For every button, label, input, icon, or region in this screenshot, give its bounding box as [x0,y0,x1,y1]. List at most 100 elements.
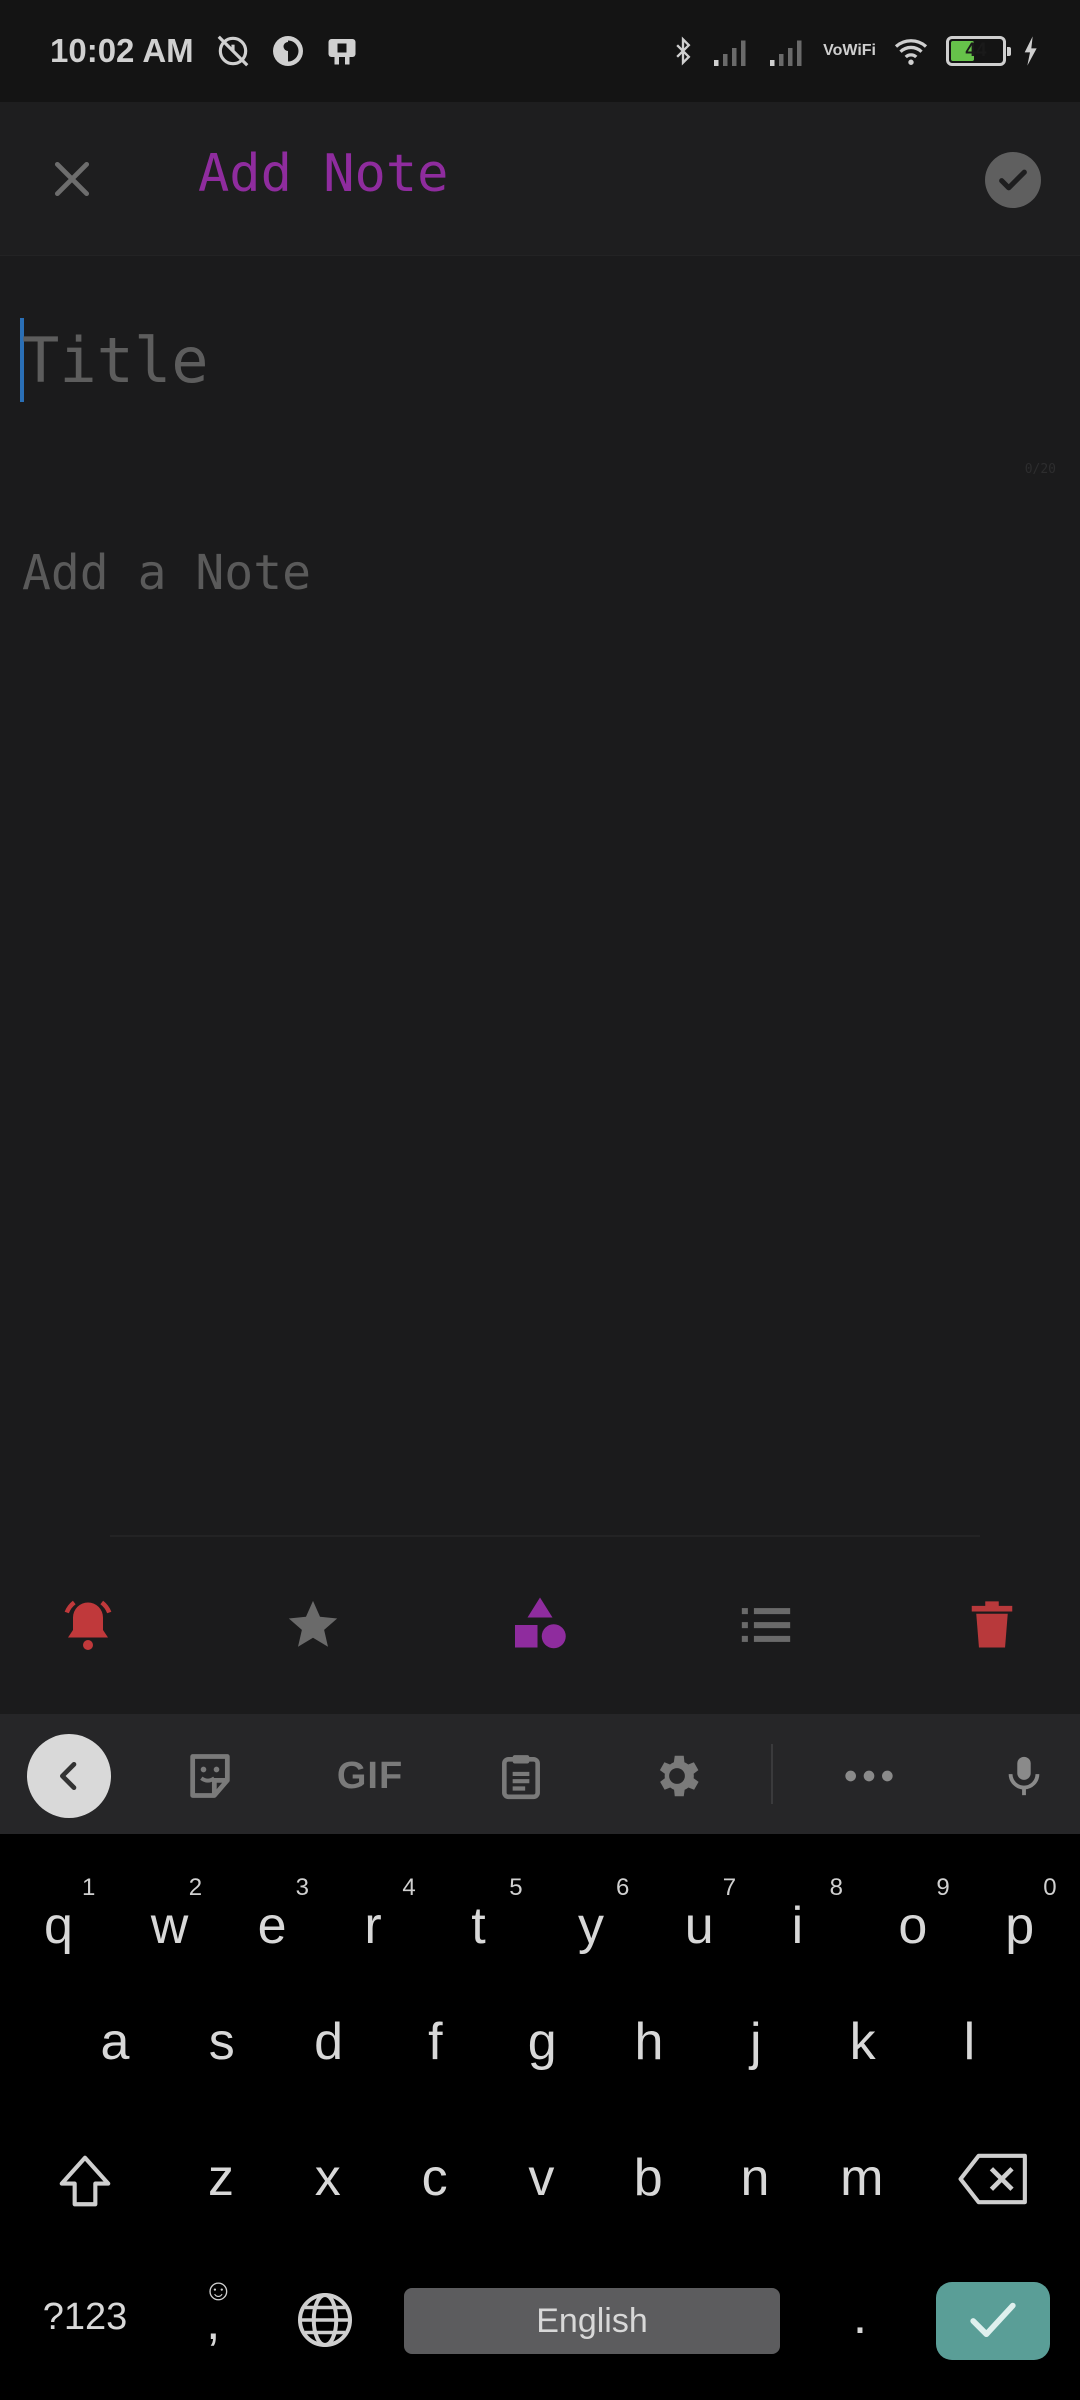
key-number-hint: 8 [829,1874,843,1901]
key-e[interactable]: e3 [230,1874,320,1955]
trash-icon [971,1601,1013,1648]
key-y[interactable]: y6 [550,1874,640,1955]
gif-button[interactable]: GIF [322,1734,418,1818]
more-icon [845,1770,893,1782]
key-w[interactable]: w2 [123,1874,213,1955]
shift-key[interactable] [48,2150,122,2220]
keyboard-collapse-button[interactable] [27,1734,111,1818]
key-label: t [471,1897,486,1955]
checklist-button[interactable] [726,1590,806,1660]
key-f[interactable]: f [390,2012,480,2092]
key-label: o [898,1897,928,1955]
language-key[interactable] [292,2290,358,2356]
key-number-hint: 9 [936,1874,950,1901]
vowifi-icon: Vo WiFi [823,43,876,59]
key-number-hint: 5 [509,1874,523,1901]
key-j[interactable]: j [711,2012,801,2092]
key-number-hint: 7 [722,1874,737,1901]
note-input[interactable]: Add a Note [22,545,1052,605]
note-placeholder: Add a Note [22,545,311,601]
charging-icon [1020,35,1040,67]
signal-icon [711,33,753,69]
title-input[interactable]: Title [20,310,1050,410]
category-button[interactable] [500,1590,580,1660]
toolbar-separator [771,1744,773,1804]
battery-level: 44 [965,40,987,61]
key-v[interactable]: v [496,2148,586,2228]
key-label: p [1005,1897,1035,1955]
key-a[interactable]: a [70,2012,160,2092]
bluetooth-icon [669,33,697,69]
period-key[interactable]: . [838,2286,882,2356]
key-r[interactable]: r4 [336,1874,426,1955]
data-saver-icon [270,33,306,69]
key-p[interactable]: p0 [977,1874,1067,1955]
title-character-counter: 0/20 [1024,462,1056,477]
clipboard-icon [502,1755,540,1800]
key-z[interactable]: z [176,2148,266,2228]
enter-key[interactable] [936,2282,1050,2360]
space-key[interactable]: English [404,2288,780,2354]
sticker-button[interactable] [168,1734,252,1818]
key-b[interactable]: b [603,2148,693,2228]
sticker-icon [190,1754,230,1798]
key-label: i [791,1897,804,1955]
reminder-button[interactable] [48,1590,128,1660]
key-number-hint: 6 [616,1874,630,1901]
title-placeholder: Title [22,323,209,397]
key-l[interactable]: l [924,2012,1014,2092]
star-icon [288,1600,338,1647]
vowifi-line2: WiFi [842,42,876,59]
wifi-icon [890,33,932,69]
close-button[interactable] [40,147,104,211]
keyboard-settings-button[interactable] [635,1734,719,1818]
save-button[interactable] [985,152,1041,208]
gif-icon: GIF [336,1754,404,1797]
shift-icon [59,2155,111,2207]
comma-key[interactable]: ☺ , [194,2274,244,2364]
key-h[interactable]: h [604,2012,694,2092]
key-number-hint: 3 [295,1874,309,1901]
key-g[interactable]: g [497,2012,587,2092]
key-u[interactable]: u7 [657,1874,747,1955]
delete-button[interactable] [952,1590,1032,1660]
back-icon [60,1762,77,1790]
key-s[interactable]: s [177,2012,267,2092]
tools-divider [110,1535,980,1537]
key-x[interactable]: x [283,2148,373,2228]
clipboard-button[interactable] [479,1734,563,1818]
key-d[interactable]: d [284,2012,374,2092]
backspace-key[interactable] [954,2150,1034,2220]
signal-icon [767,33,809,69]
key-t[interactable]: t5 [443,1874,533,1955]
key-number-hint: 1 [82,1874,96,1901]
key-k[interactable]: k [818,2012,908,2092]
key-c[interactable]: c [390,2148,480,2228]
status-right-icons: Vo WiFi 44 [669,33,1040,69]
favorite-button[interactable] [273,1590,353,1660]
key-o[interactable]: o9 [870,1874,960,1955]
more-button[interactable] [827,1734,911,1818]
key-n[interactable]: n [710,2148,800,2228]
key-i[interactable]: i8 [764,1874,854,1955]
key-label: e [257,1897,287,1955]
battery-icon: 44 [946,36,1011,66]
voice-input-button[interactable] [982,1734,1066,1818]
key-q[interactable]: q1 [16,1874,106,1955]
keyboard: q1w2e3r4t5y6u7i8o9p0 asdfghjkl zxcvbnm ?… [0,1834,1080,2400]
key-label: y [578,1897,604,1955]
bell-icon [64,1600,112,1650]
key-number-hint: 2 [188,1874,203,1901]
note-tool-bar [0,1570,1080,1680]
alarm-off-icon [214,32,252,70]
shapes-icon [515,1597,566,1649]
status-time: 10:02 AM [50,32,194,69]
comma-label: , [206,2293,221,2351]
page-title: Add Note [198,144,449,204]
key-number-hint: 0 [1043,1874,1057,1901]
symbols-key[interactable]: ?123 [30,2296,140,2356]
list-icon [741,1608,791,1642]
microphone-icon [1008,1756,1040,1796]
backspace-icon [958,2153,1027,2205]
key-m[interactable]: m [817,2148,907,2228]
